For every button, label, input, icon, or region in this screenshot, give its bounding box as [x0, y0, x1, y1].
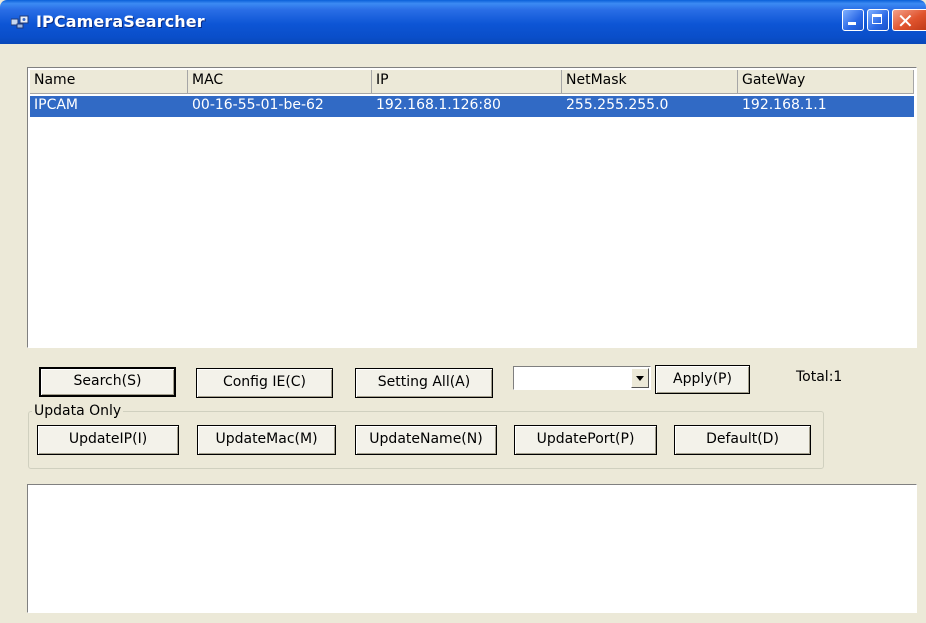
- default-button[interactable]: Default(D): [674, 425, 811, 455]
- column-header-gateway[interactable]: GateWay: [738, 70, 914, 94]
- config-ie-button[interactable]: Config IE(C): [196, 368, 333, 398]
- app-window: IPCameraSearcher ✕ Name MAC IP NetMask G…: [0, 0, 926, 623]
- log-box[interactable]: [27, 484, 917, 613]
- cell-name: IPCAM: [34, 97, 79, 113]
- search-button[interactable]: Search(S): [39, 367, 176, 397]
- table-row[interactable]: IPCAM 00-16-55-01-be-62 192.168.1.126:80…: [30, 96, 914, 117]
- total-count: Total:1: [796, 369, 843, 385]
- chevron-down-icon[interactable]: [631, 368, 649, 388]
- app-icon: [11, 15, 29, 29]
- update-name-button[interactable]: UpdateName(N): [355, 425, 497, 455]
- maximize-button[interactable]: [867, 9, 889, 31]
- column-header-ip[interactable]: IP: [372, 70, 562, 94]
- device-list[interactable]: Name MAC IP NetMask GateWay IPCAM 00-16-…: [27, 67, 917, 348]
- setting-all-button[interactable]: Setting All(A): [355, 368, 493, 398]
- column-header-netmask[interactable]: NetMask: [562, 70, 738, 94]
- update-port-button[interactable]: UpdatePort(P): [514, 425, 657, 455]
- update-group-label: Updata Only: [32, 403, 124, 419]
- update-mac-button[interactable]: UpdateMac(M): [197, 425, 336, 455]
- window-title: IPCameraSearcher: [36, 12, 205, 31]
- close-button[interactable]: ✕: [892, 9, 926, 33]
- maximize-icon: [872, 14, 882, 24]
- minimize-icon: [848, 22, 856, 25]
- column-header-name[interactable]: Name: [30, 70, 188, 94]
- update-ip-button[interactable]: UpdateIP(I): [37, 425, 179, 455]
- column-header-mac[interactable]: MAC: [188, 70, 372, 94]
- setting-combo[interactable]: [513, 366, 651, 390]
- apply-button[interactable]: Apply(P): [655, 365, 750, 394]
- cell-gateway: 192.168.1.1: [742, 97, 827, 113]
- close-icon: ✕: [897, 9, 914, 33]
- cell-ip: 192.168.1.126:80: [376, 97, 501, 113]
- minimize-button[interactable]: [842, 9, 864, 31]
- cell-mac: 00-16-55-01-be-62: [192, 97, 324, 113]
- list-header: Name MAC IP NetMask GateWay: [30, 70, 914, 95]
- cell-netmask: 255.255.255.0: [566, 97, 669, 113]
- title-bar[interactable]: IPCameraSearcher ✕: [0, 0, 926, 44]
